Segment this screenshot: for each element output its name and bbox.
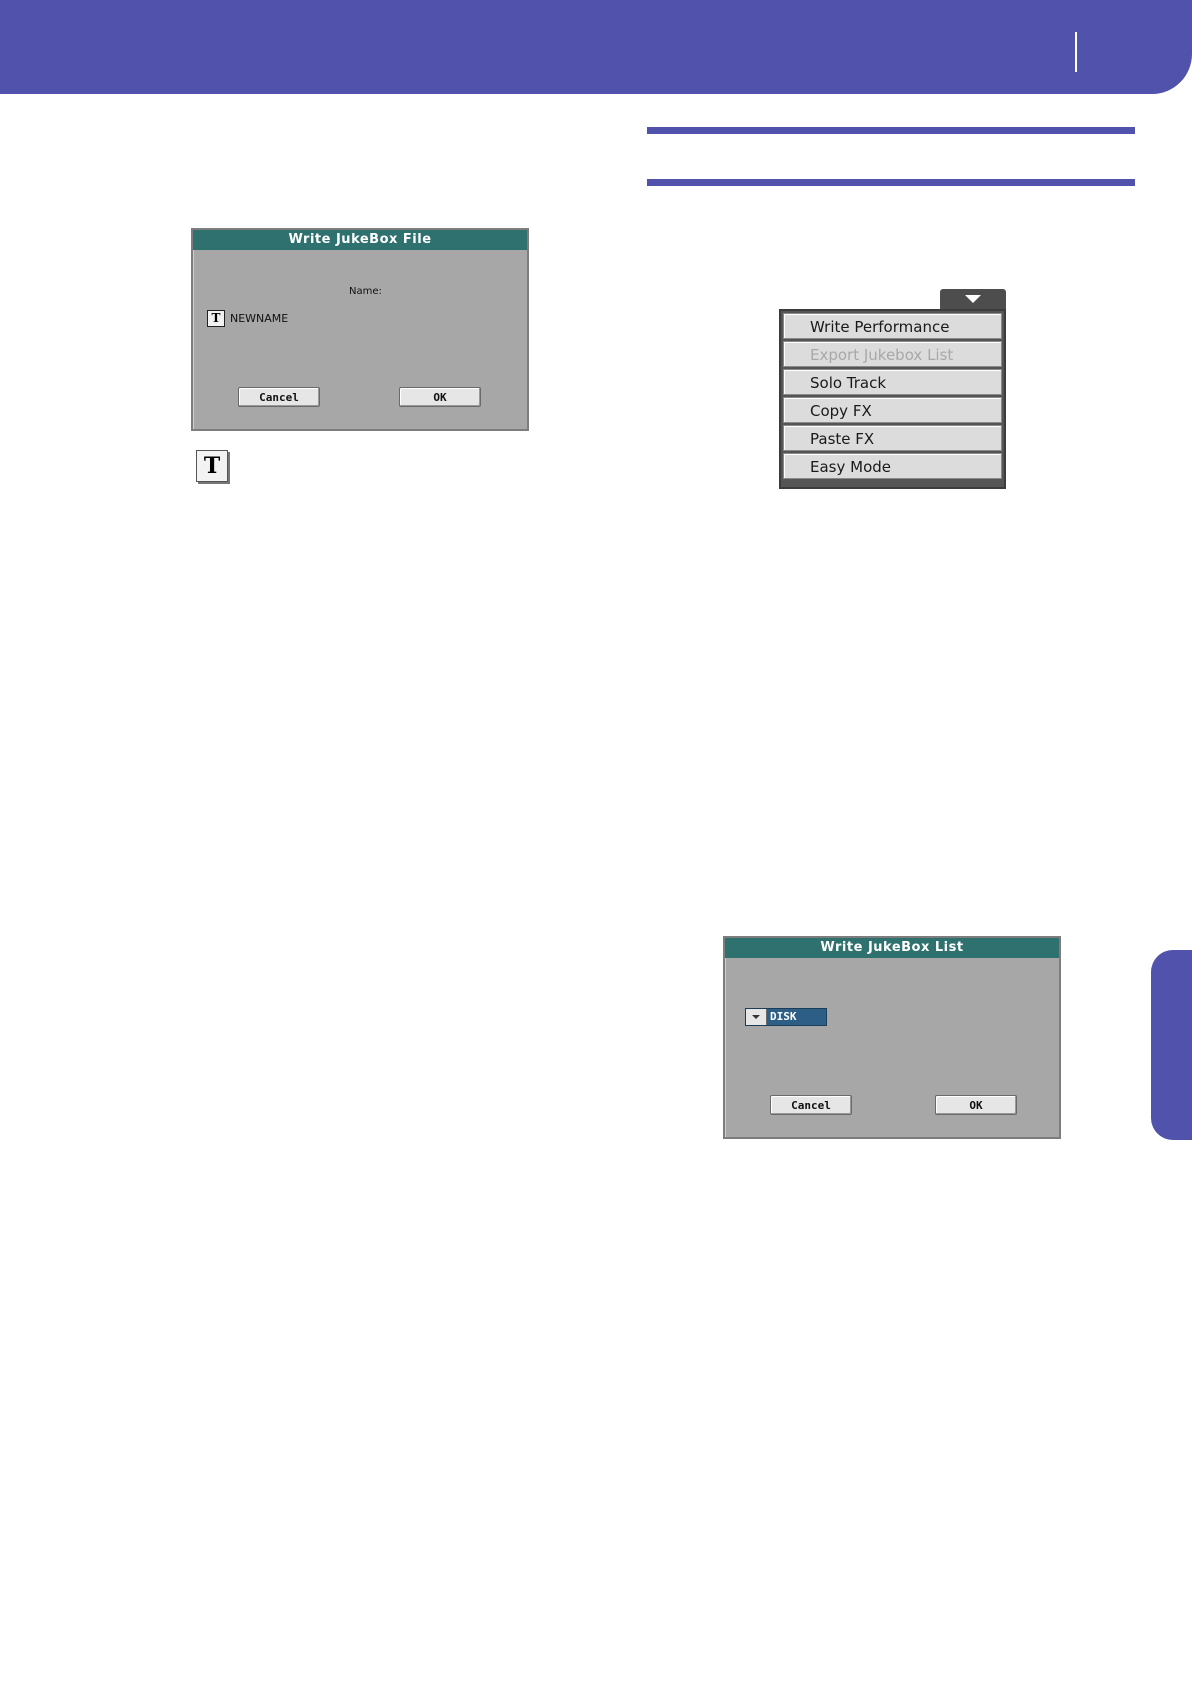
write-jukebox-list-dialog: Write JukeBox List DISK Cancel OK <box>723 936 1061 1139</box>
dialog-title: Write JukeBox File <box>193 230 527 250</box>
cancel-button[interactable]: Cancel <box>770 1095 852 1115</box>
menu-item-export-jukebox-list: Export Jukebox List <box>783 341 1002 367</box>
ok-button[interactable]: OK <box>399 387 481 407</box>
menu-item-write-performance[interactable]: Write Performance <box>783 313 1002 339</box>
name-value: NEWNAME <box>230 312 289 325</box>
name-label: Name: <box>349 286 382 297</box>
menu-item-easy-mode[interactable]: Easy Mode <box>783 453 1002 479</box>
header-band <box>0 0 1192 94</box>
dialog-title: Write JukeBox List <box>725 938 1059 958</box>
text-edit-icon[interactable]: T <box>207 310 225 327</box>
section-rule-top <box>647 127 1135 134</box>
menu-item-paste-fx[interactable]: Paste FX <box>783 425 1002 451</box>
name-field[interactable]: T NEWNAME <box>207 310 288 327</box>
write-jukebox-file-dialog: Write JukeBox File Name: T NEWNAME Cance… <box>191 228 529 431</box>
menu-item-solo-track[interactable]: Solo Track <box>783 369 1002 395</box>
header-divider <box>1075 32 1077 72</box>
dropdown-arrow-icon[interactable] <box>746 1009 767 1025</box>
page-menu: Write Performance Export Jukebox List So… <box>779 309 1006 489</box>
text-edit-icon-large: T <box>196 450 228 482</box>
chapter-side-tab <box>1151 950 1192 1140</box>
cancel-button[interactable]: Cancel <box>238 387 320 407</box>
section-rule-bottom <box>647 179 1135 186</box>
device-select[interactable]: DISK <box>745 1008 827 1026</box>
page-menu-button[interactable] <box>940 289 1006 309</box>
menu-item-copy-fx[interactable]: Copy FX <box>783 397 1002 423</box>
device-value: DISK <box>770 1010 797 1023</box>
ok-button[interactable]: OK <box>935 1095 1017 1115</box>
triangle-down-icon <box>965 295 981 303</box>
